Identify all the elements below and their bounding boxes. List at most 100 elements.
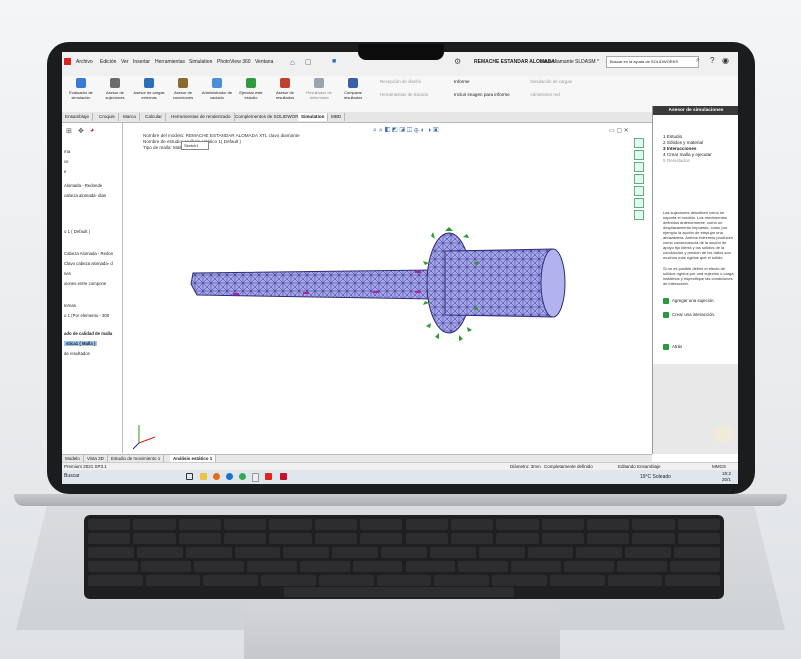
keyboard-key[interactable]	[586, 519, 630, 530]
keyboard-key[interactable]	[185, 547, 232, 558]
keyboard-key[interactable]	[429, 547, 476, 558]
keyboard-key[interactable]	[376, 575, 432, 586]
heads-up-toolbar[interactable]: ⌕⌕◧◩◪◫⊕◐◑▣	[373, 127, 441, 135]
keyboard-key[interactable]	[88, 519, 131, 530]
keyboard-key[interactable]	[136, 547, 183, 558]
rb-administrar-red[interactable]: Administrar red	[530, 92, 560, 97]
acrobat-icon[interactable]	[265, 473, 272, 480]
keyboard-key[interactable]	[360, 533, 403, 544]
tab-marca[interactable]: Marca	[120, 113, 140, 121]
keyboard-key[interactable]	[261, 575, 316, 586]
clock-time[interactable]: 19:2	[722, 471, 731, 476]
keyboard-key[interactable]	[632, 519, 675, 530]
keyboard-key[interactable]	[332, 547, 379, 558]
tree-item[interactable]: e	[64, 169, 66, 174]
rb-comparar[interactable]: Comparar resultados	[336, 78, 370, 100]
tree-item[interactable]: ce	[64, 159, 69, 164]
custom-props-icon[interactable]	[634, 210, 644, 220]
keyboard-key[interactable]	[450, 519, 494, 530]
menu-ventana[interactable]: Ventana	[255, 59, 273, 65]
view-palette-icon[interactable]	[634, 186, 644, 196]
weather-widget[interactable]: 19°C Soleado	[640, 474, 671, 480]
keyboard-key[interactable]	[234, 547, 281, 558]
notepad-icon[interactable]	[252, 473, 259, 482]
keyboard-key[interactable]	[405, 519, 448, 530]
tab-ensamblaje[interactable]: Ensamblaje	[62, 113, 94, 121]
keyboard-key[interactable]	[133, 519, 176, 530]
edge-icon[interactable]	[226, 473, 233, 480]
spacebar-key[interactable]	[284, 587, 514, 597]
home-pane-icon[interactable]	[634, 138, 644, 148]
keyboard-key[interactable]	[625, 547, 672, 558]
file-explorer-icon[interactable]	[200, 473, 207, 480]
rb-simulacion-cargas[interactable]: Simulación de cargas	[530, 79, 572, 84]
keyboard-key[interactable]	[674, 547, 720, 558]
keyboard-key[interactable]	[564, 561, 615, 572]
keyboard-key[interactable]	[381, 547, 427, 558]
keyboard-key[interactable]	[88, 533, 131, 544]
keyboard-key[interactable]	[203, 575, 259, 586]
resources-pane-icon[interactable]	[634, 150, 644, 160]
clock-date[interactable]: 20/1	[722, 477, 731, 482]
keyboard-key[interactable]	[607, 575, 663, 586]
rb-informe[interactable]: Informe	[454, 79, 470, 84]
menu-photoview[interactable]: PhotoView 360	[217, 59, 251, 65]
keyboard-key[interactable]	[283, 547, 330, 558]
rb-vaciado[interactable]: Administrador de vaciado	[200, 78, 234, 100]
keyboard-key[interactable]	[352, 561, 403, 572]
tree-item[interactable]: ado de calidad de malla	[64, 331, 112, 336]
appearance-icon[interactable]: ◕	[90, 127, 94, 134]
tree-item[interactable]: rna	[64, 149, 70, 154]
solidworks-logo-icon[interactable]	[64, 58, 71, 65]
keyboard-key[interactable]	[665, 575, 720, 586]
keyboard-key[interactable]	[314, 533, 358, 544]
library-pane-icon[interactable]	[634, 162, 644, 172]
keyboard-key[interactable]	[269, 519, 312, 530]
appearances-pane-icon[interactable]	[634, 198, 644, 208]
rb-ejecutar[interactable]: Ejecutar este estudio	[234, 78, 268, 100]
tree-item[interactable]: xiones entre compone	[64, 281, 106, 286]
save-icon[interactable]: ■	[332, 58, 336, 65]
keyboard-key[interactable]	[88, 561, 138, 572]
menu-insertar[interactable]: Insertar	[133, 59, 150, 65]
keyboard-key[interactable]	[193, 561, 244, 572]
keyboard-key[interactable]	[269, 533, 312, 544]
keyboard-key[interactable]	[496, 519, 539, 530]
solidworks-taskbar-icon[interactable]	[280, 473, 287, 480]
graphics-viewport[interactable]: Nombre del modelo: REMACHE ESTANDAR ALOM…	[123, 123, 653, 453]
keyboard-key[interactable]	[246, 561, 297, 572]
keyboard-key[interactable]	[527, 547, 574, 558]
menu-herramientas[interactable]: Herramientas	[155, 59, 185, 65]
tree-item[interactable]: de resultados	[64, 351, 90, 356]
tree-item[interactable]: Cabeza Alomada - Redon	[64, 251, 113, 256]
keyboard-key[interactable]	[586, 533, 630, 544]
rb-incluir-imagen[interactable]: Incluir imagen para informe	[454, 92, 510, 97]
tree-item[interactable]: Alomada - Redonde	[64, 183, 102, 188]
rb-recepcion[interactable]: Recepción de diseño	[380, 79, 421, 84]
rb-resultados[interactable]: Asesor de resultados	[268, 78, 302, 100]
tab-renderizado[interactable]: Herramientas de renderizado	[168, 113, 235, 121]
keyboard-key[interactable]	[314, 519, 358, 530]
tree-item[interactable]: o 1 (Por elemento - 300	[64, 313, 109, 318]
keyboard-key[interactable]	[670, 561, 720, 572]
taskbar-search[interactable]: Buscar	[64, 473, 80, 479]
keyboard-key[interactable]	[133, 533, 176, 544]
rb-conexiones[interactable]: Asesor de conexiones	[166, 78, 200, 100]
filter-icon[interactable]: ⊞	[66, 127, 72, 135]
help-search-input[interactable]: Buscar en la ayuda de SOLIDWORKS	[606, 56, 699, 68]
tree-item[interactable]: Clavo cabeza alomada- d	[64, 261, 113, 266]
menu-archivo[interactable]: Archivo	[76, 59, 93, 65]
rb-deformada[interactable]: Resultados de deformada	[302, 78, 336, 100]
rb-sujeciones[interactable]: Asesor de sujeciones	[98, 78, 132, 100]
keyboard-key[interactable]	[496, 533, 539, 544]
chrome-icon[interactable]	[239, 473, 246, 480]
explorer-pane-icon[interactable]	[634, 174, 644, 184]
keyboard-key[interactable]	[450, 533, 494, 544]
add-fixture-link[interactable]: Agregar una sujeción.	[663, 298, 715, 304]
window-controls[interactable]: ▭ ▢ ✕	[609, 127, 629, 134]
keyboard-key[interactable]	[88, 547, 134, 558]
keyboard-key[interactable]	[360, 519, 403, 530]
firefox-icon[interactable]	[213, 473, 220, 480]
menu-simulation[interactable]: Simulation	[189, 59, 212, 65]
keyboard-key[interactable]	[478, 547, 525, 558]
